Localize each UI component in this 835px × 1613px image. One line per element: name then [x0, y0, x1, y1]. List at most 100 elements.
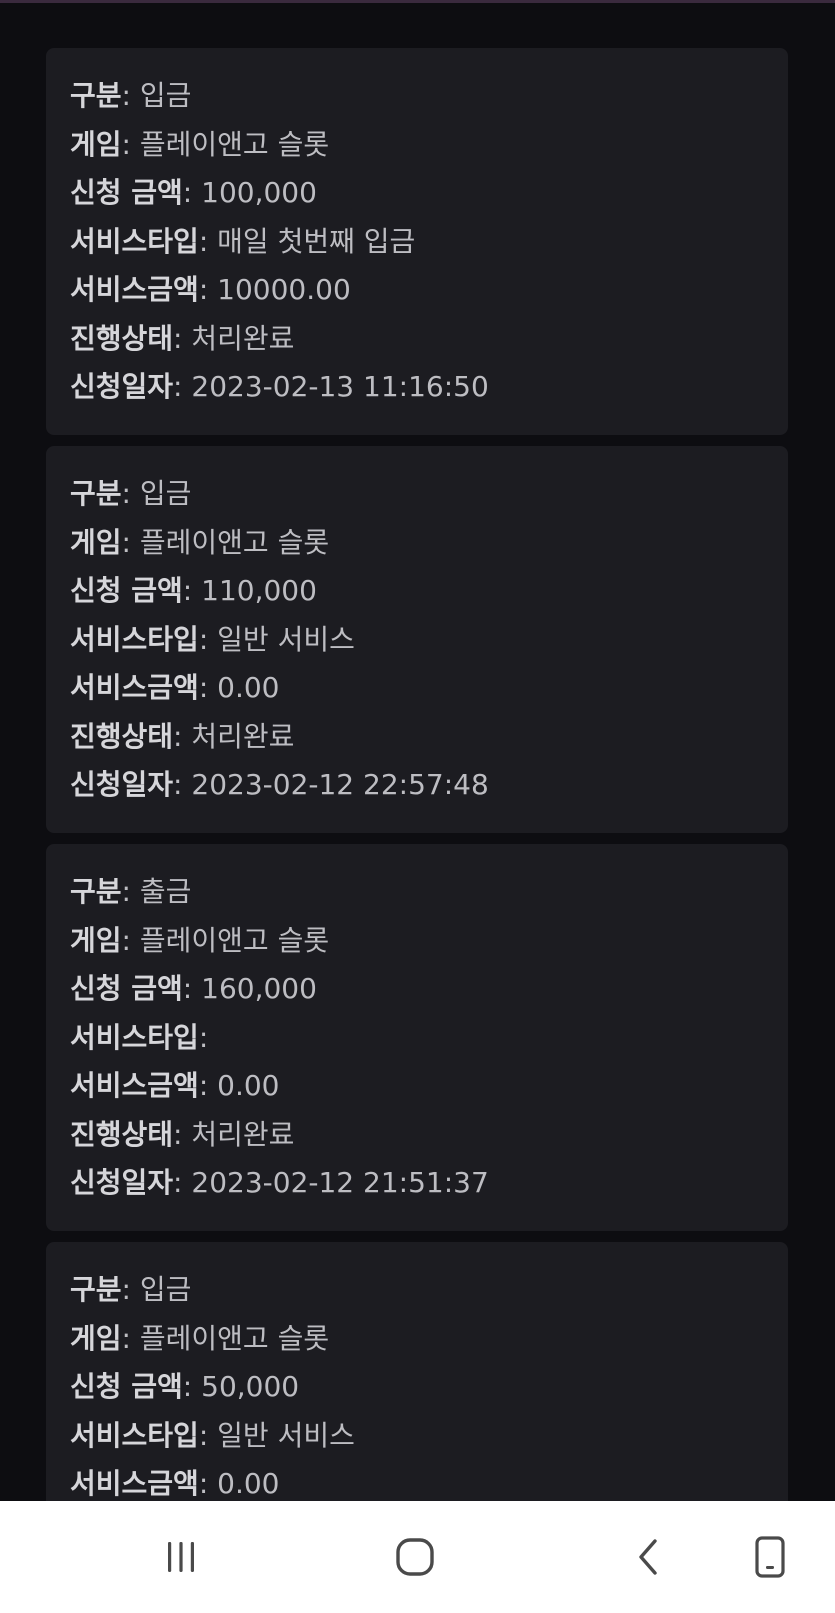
separator: :	[173, 768, 192, 801]
separator: :	[198, 1069, 218, 1102]
value-service-type: 일반 서비스	[217, 622, 355, 656]
label-game: 게임	[70, 525, 122, 559]
label-game: 게임	[70, 127, 122, 161]
label-request-date: 신청일자	[70, 370, 174, 403]
row-request-amount: 신청 금액: 160,000	[70, 965, 764, 1014]
row-category: 구분: 입금	[70, 72, 764, 121]
row-game: 게임: 플레이앤고 슬롯	[70, 1315, 764, 1364]
value-category: 입금	[139, 79, 192, 112]
system-navigation-bar	[0, 1501, 835, 1613]
label-game: 게임	[70, 923, 122, 957]
separator: :	[198, 1020, 209, 1054]
row-service-amount: 서비스금액: 0.00	[70, 664, 764, 713]
value-request-amount: 160,000	[201, 972, 317, 1005]
label-service-amount: 서비스금액	[70, 1467, 199, 1500]
row-game: 게임: 플레이앤고 슬롯	[70, 121, 764, 170]
label-request-amount: 신청 금액	[70, 176, 183, 209]
value-service-type: 일반 서비스	[217, 1418, 355, 1452]
home-button[interactable]	[355, 1501, 475, 1613]
transaction-card[interactable]: 구분: 입금 게임: 플레이앤고 슬롯 신청 금액: 110,000 서비스타입…	[46, 446, 788, 833]
row-request-amount: 신청 금액: 110,000	[70, 567, 764, 616]
separator: :	[182, 1370, 202, 1403]
label-service-type: 서비스타입	[70, 224, 199, 258]
separator: :	[121, 127, 140, 161]
row-status: 진행상태: 처리완료	[70, 1111, 764, 1160]
value-game: 플레이앤고 슬롯	[139, 1321, 330, 1355]
label-status: 진행상태	[70, 321, 174, 355]
row-request-date: 신청일자: 2023-02-13 11:16:50	[70, 363, 764, 412]
label-status: 진행상태	[70, 1117, 174, 1151]
separator: :	[198, 622, 218, 656]
separator: :	[121, 1273, 140, 1306]
row-game: 게임: 플레이앤고 슬롯	[70, 917, 764, 966]
separator: :	[173, 370, 192, 403]
value-status: 처리완료	[191, 1117, 295, 1151]
rotate-screen-icon	[755, 1536, 785, 1578]
label-category: 구분	[70, 875, 122, 908]
value-service-type: 매일 첫번째 입금	[217, 224, 416, 258]
separator: :	[182, 972, 202, 1005]
value-status: 처리완료	[191, 719, 295, 753]
separator: :	[121, 477, 140, 510]
label-game: 게임	[70, 1321, 122, 1355]
separator: :	[198, 224, 218, 258]
row-request-amount: 신청 금액: 100,000	[70, 169, 764, 218]
label-category: 구분	[70, 1273, 122, 1306]
label-request-date: 신청일자	[70, 1166, 174, 1199]
separator: :	[198, 671, 218, 704]
label-request-amount: 신청 금액	[70, 574, 183, 607]
row-service-amount: 서비스금액: 0.00	[70, 1062, 764, 1111]
value-service-amount: 0.00	[217, 671, 280, 704]
transaction-card[interactable]: 구분: 입금 게임: 플레이앤고 슬롯 신청 금액: 100,000 서비스타입…	[46, 48, 788, 435]
separator: :	[121, 1321, 140, 1355]
value-category: 입금	[139, 1273, 192, 1306]
screen: 구분: 입금 게임: 플레이앤고 슬롯 신청 금액: 100,000 서비스타입…	[0, 0, 835, 1613]
separator: :	[173, 321, 192, 355]
row-request-date: 신청일자: 2023-02-12 22:57:48	[70, 761, 764, 810]
value-request-amount: 100,000	[201, 176, 317, 209]
label-service-type: 서비스타입	[70, 1418, 199, 1452]
transaction-list[interactable]: 구분: 입금 게임: 플레이앤고 슬롯 신청 금액: 100,000 서비스타입…	[0, 3, 835, 1501]
row-game: 게임: 플레이앤고 슬롯	[70, 519, 764, 568]
label-request-date: 신청일자	[70, 768, 174, 801]
value-request-date: 2023-02-12 22:57:48	[191, 768, 489, 801]
label-service-type: 서비스타입	[70, 1020, 199, 1054]
row-service-type: 서비스타입: 일반 서비스	[70, 1412, 764, 1461]
label-service-amount: 서비스금액	[70, 671, 199, 704]
separator: :	[182, 574, 202, 607]
row-request-amount: 신청 금액: 50,000	[70, 1363, 764, 1412]
value-category: 입금	[139, 477, 192, 510]
separator: :	[121, 923, 140, 957]
transaction-card[interactable]: 구분: 입금 게임: 플레이앤고 슬롯 신청 금액: 50,000 서비스타입:…	[46, 1242, 788, 1501]
separator: :	[173, 1166, 192, 1199]
back-button[interactable]	[589, 1501, 709, 1613]
value-game: 플레이앤고 슬롯	[139, 525, 330, 559]
row-service-type: 서비스타입: 매일 첫번째 입금	[70, 218, 764, 267]
row-service-amount: 서비스금액: 0.00	[70, 1460, 764, 1501]
home-icon	[396, 1538, 434, 1576]
value-category: 출금	[139, 875, 192, 908]
recents-button[interactable]	[121, 1501, 241, 1613]
label-category: 구분	[70, 477, 122, 510]
separator: :	[173, 1117, 192, 1151]
rotate-screen-button[interactable]	[720, 1501, 820, 1613]
recents-icon	[168, 1542, 194, 1572]
row-service-type: 서비스타입: 일반 서비스	[70, 616, 764, 665]
label-status: 진행상태	[70, 719, 174, 753]
label-category: 구분	[70, 79, 122, 112]
value-service-amount: 10000.00	[217, 273, 351, 306]
separator: :	[173, 719, 192, 753]
value-request-amount: 50,000	[201, 1370, 300, 1403]
row-category: 구분: 입금	[70, 470, 764, 519]
label-service-amount: 서비스금액	[70, 1069, 199, 1102]
value-request-date: 2023-02-13 11:16:50	[191, 370, 489, 403]
separator: :	[121, 79, 140, 112]
separator: :	[121, 875, 140, 908]
separator: :	[198, 1418, 218, 1452]
value-request-amount: 110,000	[201, 574, 317, 607]
row-category: 구분: 입금	[70, 1266, 764, 1315]
row-status: 진행상태: 처리완료	[70, 713, 764, 762]
separator: :	[121, 525, 140, 559]
value-request-date: 2023-02-12 21:51:37	[191, 1166, 489, 1199]
transaction-card[interactable]: 구분: 출금 게임: 플레이앤고 슬롯 신청 금액: 160,000 서비스타입…	[46, 844, 788, 1231]
